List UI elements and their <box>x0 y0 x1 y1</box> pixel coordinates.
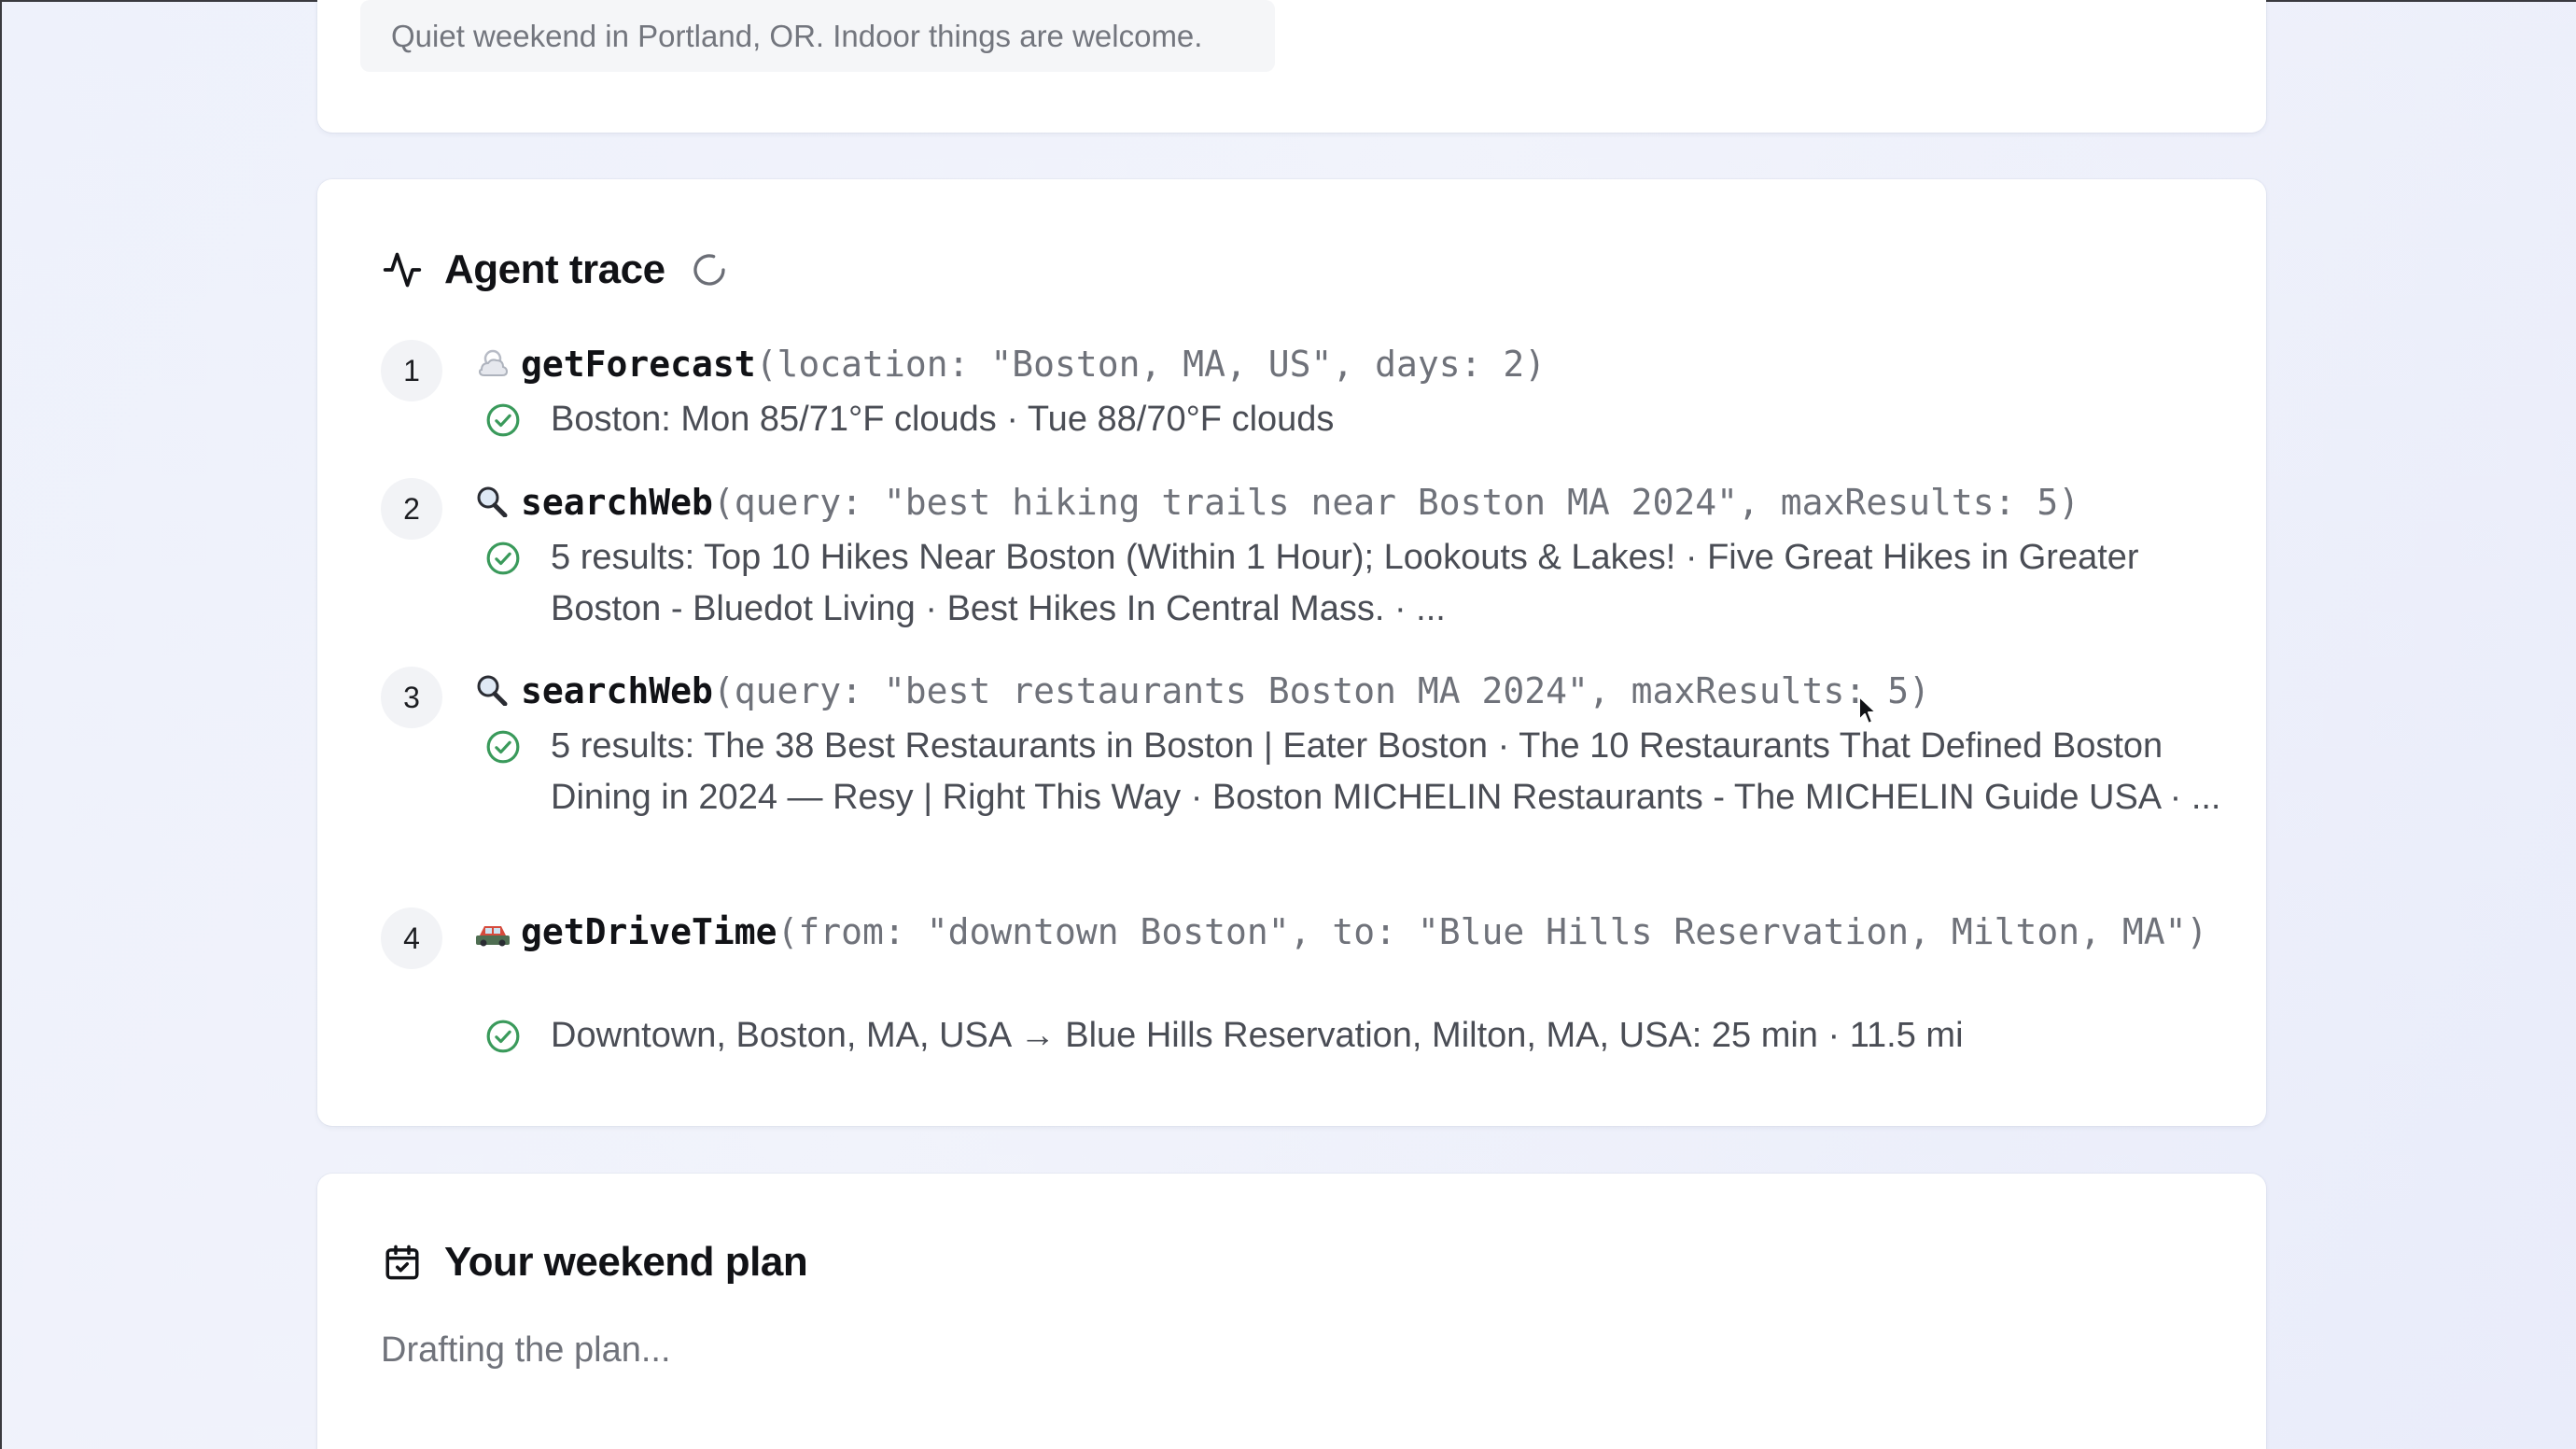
tool-call: getDriveTime(from: "downtown Boston", to… <box>474 907 2229 957</box>
tool-call: searchWeb(query: "best hiking trails nea… <box>474 478 2229 528</box>
step-number: 2 <box>381 478 442 540</box>
success-check-icon <box>486 403 520 437</box>
tool-function-name: getForecast <box>521 344 756 385</box>
request-text: Quiet weekend in Portland, OR. Indoor th… <box>360 0 1275 72</box>
weather-icon <box>474 343 511 376</box>
agent-trace-card: Agent trace 1 getForecast(location: "Bos… <box>317 179 2266 1126</box>
success-check-icon <box>486 730 520 764</box>
weekend-plan-header: Your weekend plan <box>381 1239 808 1286</box>
activity-icon <box>381 248 424 291</box>
tool-arguments: (query: "best restaurants Boston MA 2024… <box>712 670 1930 711</box>
weekend-plan-card: Your weekend plan Drafting the plan... <box>317 1174 2266 1449</box>
success-check-icon <box>486 542 520 575</box>
search-icon <box>474 481 511 518</box>
step-number: 1 <box>381 340 442 401</box>
tool-result: Downtown, Boston, MA, USA → Blue Hills R… <box>485 1010 2240 1062</box>
tool-result: Boston: Mon 85/71°F clouds · Tue 88/70°F… <box>485 394 2240 445</box>
tool-result-text: 5 results: Top 10 Hikes Near Boston (Wit… <box>551 538 2139 628</box>
tool-arguments: (from: "downtown Boston", to: "Blue Hill… <box>777 911 2208 952</box>
search-icon <box>474 669 511 707</box>
calendar-check-icon <box>381 1241 424 1284</box>
window-left-border <box>0 0 2 1449</box>
tool-result-text: 5 results: The 38 Best Restaurants in Bo… <box>551 726 2221 817</box>
tool-call: searchWeb(query: "best restaurants Bosto… <box>474 667 2229 716</box>
agent-trace-header: Agent trace <box>381 246 729 293</box>
plan-status-text: Drafting the plan... <box>381 1330 671 1370</box>
request-card: Quiet weekend in Portland, OR. Indoor th… <box>317 0 2266 133</box>
tool-result: 5 results: Top 10 Hikes Near Boston (Wit… <box>485 532 2240 635</box>
agent-trace-title: Agent trace <box>444 246 665 292</box>
loading-spinner-icon <box>690 250 729 289</box>
tool-function-name: searchWeb <box>521 670 713 711</box>
weekend-plan-title: Your weekend plan <box>444 1239 808 1285</box>
car-icon <box>474 910 511 947</box>
tool-function-name: getDriveTime <box>521 911 777 952</box>
tool-result: 5 results: The 38 Best Restaurants in Bo… <box>485 721 2240 823</box>
tool-result-text: Boston: Mon 85/71°F clouds · Tue 88/70°F… <box>551 400 1335 439</box>
tool-function-name: searchWeb <box>521 482 713 523</box>
tool-arguments: (query: "best hiking trails near Boston … <box>712 482 2080 523</box>
request-text-value: Quiet weekend in Portland, OR. Indoor th… <box>391 18 1203 53</box>
tool-arguments: (location: "Boston, MA, US", days: 2) <box>755 344 1547 385</box>
step-number: 3 <box>381 667 442 728</box>
tool-result-text: Downtown, Boston, MA, USA → Blue Hills R… <box>551 1016 1964 1055</box>
success-check-icon <box>486 1020 520 1053</box>
mouse-cursor-icon <box>1858 696 1877 724</box>
tool-call: getForecast(location: "Boston, MA, US", … <box>474 340 2229 389</box>
step-number: 4 <box>381 907 442 969</box>
